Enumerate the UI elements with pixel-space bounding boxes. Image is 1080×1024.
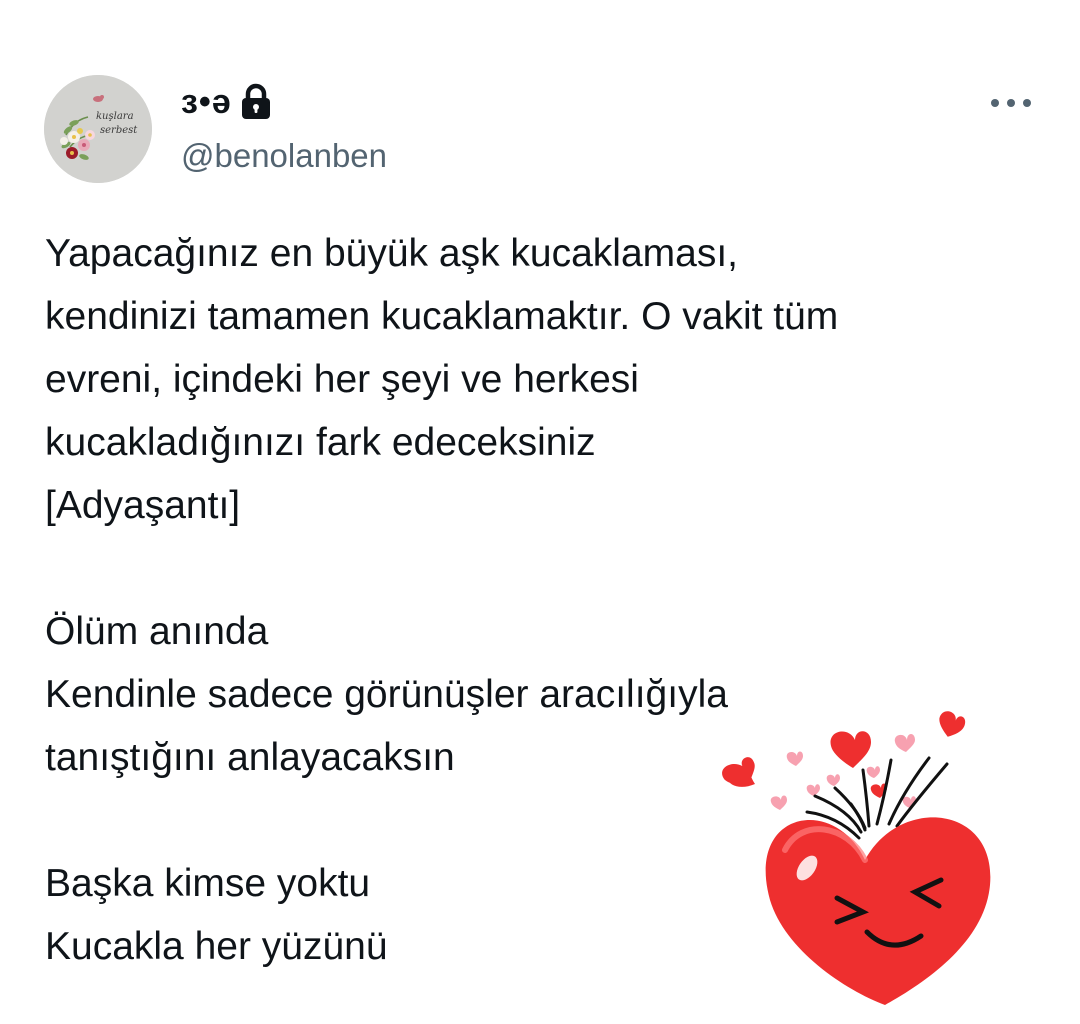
avatar[interactable]: kuşlara serbest [44,75,152,183]
tweet-line: kucakladığınızı fark edeceksiniz [45,421,596,464]
author-handle[interactable]: @benolanben [181,134,387,178]
more-options-button[interactable] [986,88,1036,118]
more-horizontal-icon [991,99,1031,107]
embroidery-avatar-image: kuşlara serbest [44,75,152,183]
tweet-line: evreni, içindeki her şeyi ve herkesi [45,358,639,401]
avatar-script-2: serbest [100,125,138,136]
tweet-line: kendinizi tamamen kucaklamaktır. O vakit… [45,295,839,338]
heart-sticker-image [722,711,991,1005]
author-name-row: з•ә [181,80,272,124]
author-display-name[interactable]: з•ә [181,80,232,124]
laughing-heart-sticker [715,700,1005,1010]
tweet-line: Ölüm anında [45,610,269,653]
lock-icon [240,83,272,121]
avatar-script-1: kuşlara [96,111,134,122]
tweet-line: [Adyaşantı] [45,484,241,527]
tweet-line: Yapacağınız en büyük aşk kucaklaması, [45,232,738,275]
